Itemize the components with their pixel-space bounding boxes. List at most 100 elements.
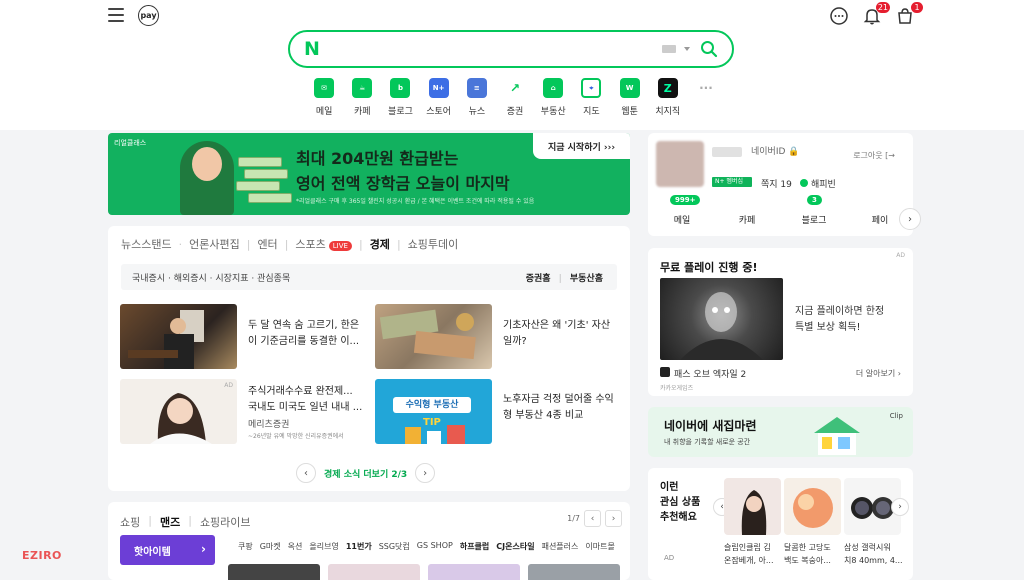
mall-link[interactable]: SSG닷컴 [379,541,410,552]
tab-entertainment[interactable]: 엔터 [257,236,277,252]
naver-id-label: 네이버ID 🔒 [751,147,800,157]
game-ad[interactable]: 무료 플레이 진행 중! AD 지금 플레이하면 한정 특별 보상 획득! 패스 … [648,248,913,396]
news-headline[interactable]: 두 달 연속 숨 고르기, 한은이 기준금리를 동결한 이... [248,318,360,350]
mall-link[interactable]: 올리브영 [309,541,338,552]
mall-link[interactable]: 옥션 [288,541,303,552]
product-thumbnail[interactable] [228,564,320,580]
shopping-prev-button[interactable]: ‹ [584,510,601,527]
mall-link[interactable]: GS SHOP [417,541,453,552]
shortcut-webtoon[interactable]: W 웹툰 [611,78,649,120]
profile-tab-mail[interactable]: 메일 [657,213,707,226]
clip-ad[interactable]: 네이버에 새집마련 내 취향을 기록할 새로운 공간 Clip [648,407,913,457]
profile-tab-pay[interactable]: 페이 [855,213,905,226]
cart-icon[interactable]: 1 [895,2,923,26]
tab-shopping-live[interactable]: 쇼핑라이브 [200,514,251,530]
news-panel: 뉴스스탠드 · 언론사편집 | 엔터 | 스포츠 LIVE | 경제 | 쇼핑투데이 국내증… [108,226,630,491]
news-thumbnail[interactable]: 수익형 부동산 TIP [375,379,492,444]
ad-text: 지금 플레이하면 한정 특별 보상 획득! [795,306,885,333]
menu-icon[interactable] [108,8,124,22]
hot-item-button[interactable]: 핫아이템 › [120,535,215,565]
mall-link[interactable]: G마켓 [260,541,281,552]
subtab-links[interactable]: 국내증시 · 해외증시 · 시장지표 · 관심종목 [132,271,290,284]
mall-link[interactable]: 패션플러스 [542,541,579,552]
prev-page-button[interactable]: ‹ [296,463,316,483]
shortcut-blog[interactable]: b 블로그 [381,78,419,120]
cafe-icon: ☕ [352,78,373,98]
news-headline[interactable]: 노후자금 걱정 덜어줄 수익형 부동산 4종 비교 [503,392,615,424]
shortcut-map[interactable]: ⌖ 지도 [572,78,610,120]
tab-shopping-today[interactable]: 쇼핑투데이 [408,236,459,252]
tab-economy[interactable]: 경제 [370,236,390,252]
naver-logo[interactable]: N [304,38,320,60]
news-thumbnail[interactable] [375,304,492,369]
tab-newsstand[interactable]: 뉴스스탠드 [121,236,172,252]
shortcut-chzzk[interactable]: Z 치지직 [649,78,687,120]
banner-cta-button[interactable]: 지금 시작하기 ››› [533,133,630,159]
next-page-button[interactable]: › [415,463,436,483]
shortcut-store[interactable]: N+ 스토어 [420,78,458,120]
logout-button[interactable]: 로그아웃 [→ [853,150,895,161]
search-icon[interactable] [700,40,718,58]
product-thumbnail[interactable] [428,564,520,580]
shopping-next-button[interactable]: › [605,510,622,527]
ad-label: AD [896,252,905,259]
news-advertiser: 메리츠증권 [248,420,290,430]
product-image[interactable] [724,478,781,535]
tab-press[interactable]: 언론사편집 [189,236,240,252]
ad-banner[interactable]: 리얼클래스 최대 204만원 환급받는 영어 전액 장학금 오늘이 마지막 *리… [108,133,630,215]
game-ad-image[interactable] [660,278,783,360]
news-ad-note: ~26년말 유예 막망한 신리유증권에서 [248,433,344,440]
shortcut-label: 블로그 [388,107,413,117]
mall-link[interactable]: 하프클럽 [460,541,489,552]
product-thumbnail[interactable] [528,564,620,580]
profile-tab-blog[interactable]: 블로그 [789,213,839,226]
mall-link[interactable]: 이마트몰 [585,541,614,552]
profile-tab-cafe[interactable]: 카페 [722,213,772,226]
product-image[interactable] [784,478,841,535]
clip-logo: Clip [889,412,903,420]
shortcut-cafe[interactable]: ☕ 카페 [343,78,381,120]
membership-tag[interactable]: N+ 멤버십 [712,177,752,187]
message-count[interactable]: 쪽지 19 [761,177,792,190]
stock-home-link[interactable]: 증권홈 [526,274,551,284]
more-services-button[interactable]: ··· [687,78,725,120]
news-more-link[interactable]: 경제 소식 더보기 2/3 [324,467,407,480]
tab-shopping[interactable]: 쇼핑 [120,514,140,530]
product-name[interactable]: 달콤한 고당도 백도 복숭아... [784,541,831,567]
stock-icon: ↗ [505,78,526,98]
product-name[interactable]: 삼성 갤럭시워 치8 40mm, 4... [844,541,903,567]
mail-icon: ✉ [314,78,335,98]
shortcut-label: 치지직 [655,107,681,117]
search-bar[interactable]: N [288,30,734,68]
ad-label: AD [664,554,675,562]
shortcut-realestate[interactable]: ⌂ 부동산 [534,78,572,120]
product-thumbnail[interactable] [328,564,420,580]
talk-icon[interactable] [829,6,849,26]
shortcut-label: 뉴스 [468,107,486,117]
bell-icon[interactable]: 21 [862,2,890,26]
mall-link[interactable]: 쿠팡 [238,541,253,552]
shortcut-stock[interactable]: ↗ 증권 [496,78,534,120]
tab-mens[interactable]: 맨즈 [160,514,180,530]
realestate-icon: ⌂ [543,78,564,98]
products-next-button[interactable]: › [891,498,909,516]
avatar[interactable] [656,141,704,187]
shortcut-news[interactable]: ≡ 뉴스 [458,78,496,120]
learn-more-link[interactable]: 더 알아보기 › [856,368,901,379]
realestate-home-link[interactable]: 부동산홈 [570,274,603,284]
chevron-down-icon[interactable] [684,47,690,51]
mall-link[interactable]: CJ온스타일 [496,541,534,552]
happybean-link[interactable]: 해피빈 [800,177,836,190]
keyboard-icon[interactable] [662,45,676,53]
tab-sports[interactable]: 스포츠 LIVE [295,236,352,252]
profile-next-button[interactable]: › [899,208,921,230]
shortcut-mail[interactable]: ✉ 메일 [305,78,343,120]
news-thumbnail[interactable] [120,304,237,369]
product-name[interactable]: 슬립인클립 김 온잠베개, 아... [724,541,774,567]
mall-link[interactable]: 11번가 [346,541,372,552]
news-ad-thumbnail[interactable]: AD [120,379,237,444]
subtab-home-links[interactable]: 증권홈 | 부동산홈 [526,271,603,284]
news-headline[interactable]: 주식거래수수료 완전제... 국내도 미국도 일년 내내 ... [248,384,364,416]
pay-icon[interactable]: pay [138,5,159,26]
news-headline[interactable]: 기초자산은 왜 '기초' 자산일까? [503,318,615,350]
